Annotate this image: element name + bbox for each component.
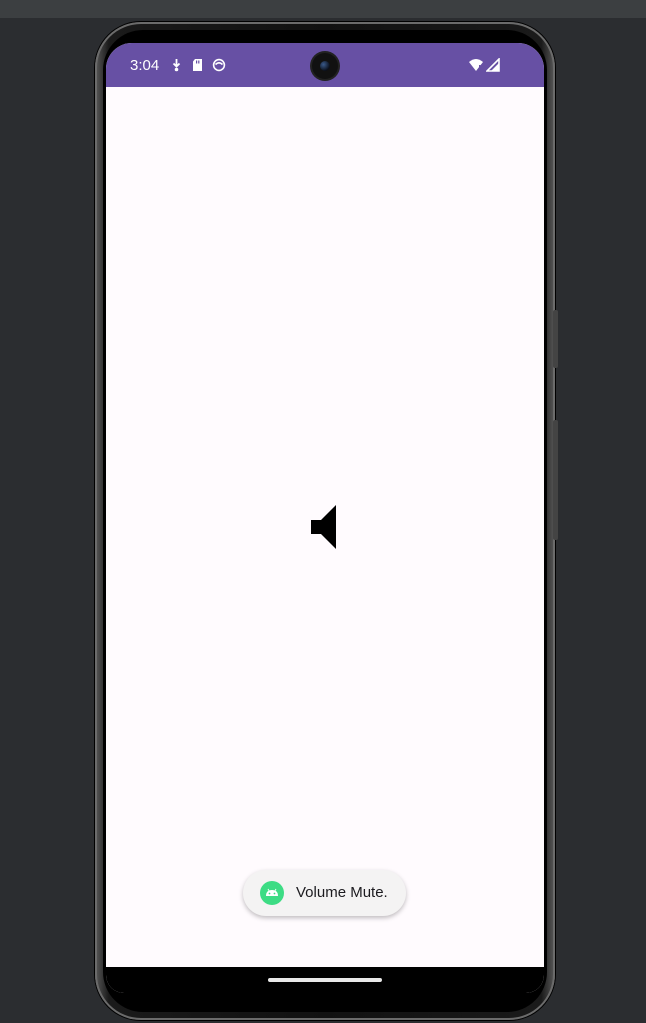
power-button[interactable] <box>553 310 558 368</box>
front-camera <box>312 53 338 79</box>
toast-message: Volume Mute. <box>296 884 388 901</box>
emulator-top-strip <box>0 0 646 18</box>
home-gesture-handle[interactable] <box>268 978 382 982</box>
wifi-icon <box>468 58 484 77</box>
sync-icon <box>212 58 226 72</box>
download-icon <box>170 58 183 72</box>
volume-mute-icon[interactable] <box>311 505 337 549</box>
notification-icons <box>170 58 226 72</box>
sd-card-icon <box>191 58 204 72</box>
status-bar: 3:04 <box>106 43 544 87</box>
status-time: 3:04 <box>130 57 160 74</box>
app-content: Volume Mute. <box>106 87 544 967</box>
android-icon <box>260 881 284 905</box>
navigation-bar <box>106 967 544 993</box>
device-screen: 3:04 Volume Mute. <box>106 43 544 993</box>
system-icons <box>468 57 500 77</box>
cell-signal-icon <box>485 57 500 77</box>
volume-rocker[interactable] <box>553 420 558 540</box>
toast: Volume Mute. <box>243 870 406 916</box>
